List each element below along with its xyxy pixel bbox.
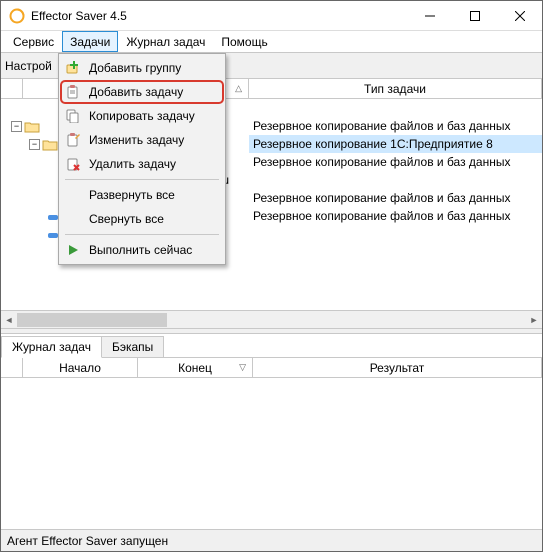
title-bar: Effector Saver 4.5 [1, 1, 542, 31]
tab-backups[interactable]: Бэкапы [101, 336, 164, 357]
menu-item-label: Добавить задачу [89, 85, 183, 99]
column-header-type[interactable]: Тип задачи [249, 79, 542, 98]
menu-tasks[interactable]: Задачи [62, 31, 118, 52]
menu-delete-task[interactable]: Удалить задачу [61, 152, 223, 176]
cell-type: Резервное копирование файлов и баз данны… [253, 209, 510, 223]
menu-expand-all[interactable]: Развернуть все [61, 183, 223, 207]
copy-task-icon [65, 108, 81, 124]
table-row[interactable]: Резервное копирование файлов и баз данны… [249, 207, 542, 225]
log-column-icon[interactable] [1, 358, 23, 377]
menu-edit-task[interactable]: Изменить задачу [61, 128, 223, 152]
column-label: Конец [178, 361, 212, 375]
column-label: Начало [59, 361, 101, 375]
menu-add-task[interactable]: Добавить задачу [60, 80, 224, 104]
cell-type: Резервное копирование файлов и баз данны… [253, 155, 510, 169]
collapse-all-icon [65, 211, 81, 227]
edit-task-icon [65, 132, 81, 148]
menu-add-group[interactable]: Добавить группу [61, 56, 223, 80]
menu-item-label: Выполнить сейчас [89, 243, 192, 257]
tab-label: Журнал задач [12, 340, 91, 354]
menu-service[interactable]: Сервис [5, 31, 62, 52]
table-row[interactable]: Резервное копирование 1С:Предприятие 8 [249, 135, 542, 153]
tasks-dropdown: Добавить группу Добавить задачу Копирова… [58, 53, 226, 265]
window-title: Effector Saver 4.5 [31, 9, 407, 23]
expand-all-icon [65, 187, 81, 203]
status-text: Агент Effector Saver запущен [7, 534, 168, 548]
menu-run-now[interactable]: Выполнить сейчас [61, 238, 223, 262]
cell-type: Резервное копирование файлов и баз данны… [253, 191, 510, 205]
column-header-icon[interactable] [1, 79, 23, 98]
log-column-result[interactable]: Результат [253, 358, 542, 377]
menu-item-label: Добавить группу [89, 61, 181, 75]
delete-task-icon [65, 156, 81, 172]
log-column-start[interactable]: Начало [23, 358, 138, 377]
folder-open-icon [24, 120, 40, 133]
close-button[interactable] [497, 1, 542, 30]
table-row[interactable] [249, 99, 542, 117]
menu-item-label: Свернуть все [89, 212, 164, 226]
table-row[interactable]: Резервное копирование файлов и баз данны… [249, 153, 542, 171]
log-column-end[interactable]: Конец ▽ [138, 358, 253, 377]
tab-label: Бэкапы [112, 340, 153, 354]
status-bar: Агент Effector Saver запущен [1, 529, 542, 551]
table-row[interactable]: Резервное копирование файлов и баз данны… [249, 189, 542, 207]
menu-item-label: Удалить задачу [89, 157, 176, 171]
log-grid-header: Начало Конец ▽ Результат [1, 358, 542, 378]
cell-type: Резервное копирование файлов и баз данны… [253, 119, 510, 133]
expand-minus-icon[interactable]: − [11, 121, 22, 132]
sort-asc-icon: △ [235, 83, 242, 94]
table-row[interactable]: Резервное копирование файлов и баз данны… [249, 117, 542, 135]
menu-task-log[interactable]: Журнал задач [118, 31, 213, 52]
add-task-icon [65, 84, 81, 100]
menu-separator [65, 179, 219, 180]
column-label: Тип задачи [364, 82, 426, 96]
expand-minus-icon[interactable]: − [29, 139, 40, 150]
bottom-tabs: Журнал задач Бэкапы [1, 334, 542, 358]
bottom-panel: Журнал задач Бэкапы Начало Конец ▽ Резул… [1, 334, 542, 529]
menu-separator [65, 234, 219, 235]
menu-bar: Сервис Задачи Журнал задач Помощь [1, 31, 542, 53]
table-row[interactable] [249, 171, 542, 189]
menu-copy-task[interactable]: Копировать задачу [61, 104, 223, 128]
menu-item-label: Развернуть все [89, 188, 175, 202]
log-grid-body[interactable] [1, 378, 542, 529]
cell-type: Резервное копирование 1С:Предприятие 8 [253, 137, 493, 151]
menu-item-label: Копировать задачу [89, 109, 195, 123]
column-label: Результат [370, 361, 425, 375]
app-icon [9, 8, 25, 24]
menu-item-label: Изменить задачу [89, 133, 184, 147]
type-column-body: Резервное копирование файлов и баз данны… [249, 99, 542, 310]
menu-collapse-all[interactable]: Свернуть все [61, 207, 223, 231]
folder-open-icon [42, 138, 58, 151]
minimize-button[interactable] [407, 1, 452, 30]
scrollbar-thumb[interactable] [17, 313, 167, 327]
toolbar-label: Настрой [5, 59, 52, 73]
scroll-left-arrow-icon[interactable]: ◄ [1, 311, 17, 329]
horizontal-scrollbar[interactable]: ◄ ► [1, 310, 542, 328]
run-now-icon [65, 242, 81, 258]
scroll-right-arrow-icon[interactable]: ► [526, 311, 542, 329]
add-group-icon [65, 60, 81, 76]
sort-desc-icon: ▽ [239, 362, 246, 373]
menu-help[interactable]: Помощь [213, 31, 275, 52]
maximize-button[interactable] [452, 1, 497, 30]
tab-task-log[interactable]: Журнал задач [1, 336, 102, 358]
